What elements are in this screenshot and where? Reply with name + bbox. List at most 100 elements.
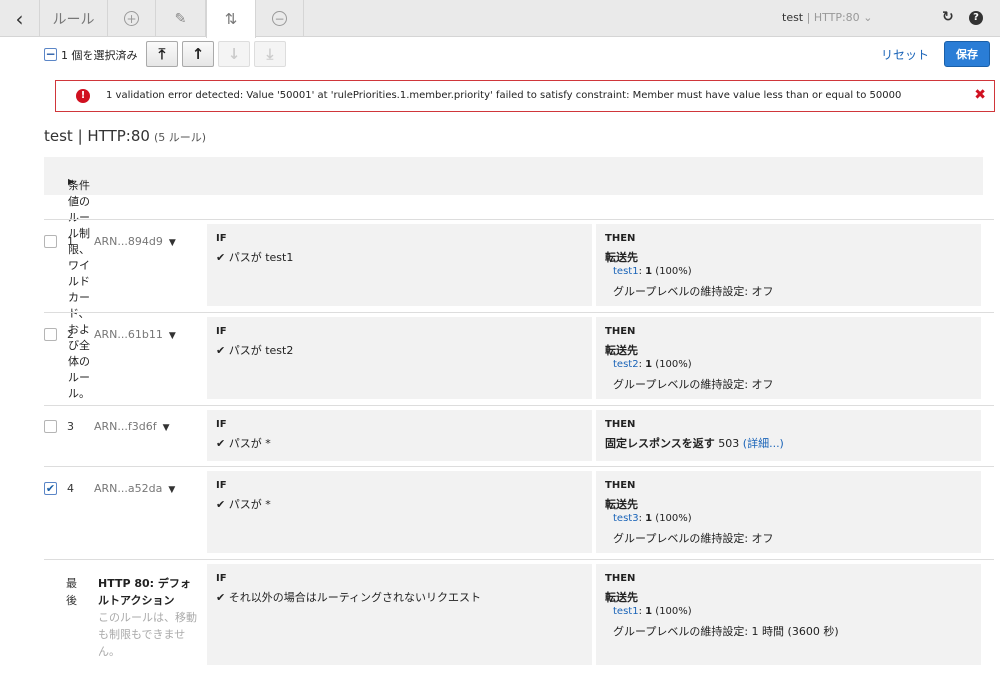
rule-arn[interactable]: ARN...61b11 ▼ [94,328,176,341]
tab-add-rule[interactable]: + [108,0,156,37]
rule-count: (5 ルール) [153,131,207,144]
rule-arn-text: ARN...f3d6f [94,420,157,433]
target-group-link[interactable]: test3 [613,513,639,524]
forward-label: 転送先 [605,344,638,357]
default-rule-name: HTTP 80: デフォルトアクション [98,577,191,607]
rule-arn[interactable]: ARN...a52da ▼ [94,482,175,495]
move-bottom-icon: ⤓ [266,45,274,63]
selected-count: 1 個を選択済み [61,49,138,62]
listener-selector[interactable]: test | HTTP:80 ⌄ [782,11,872,24]
target-weight: 1 [645,359,653,370]
response-code: 503 [718,437,740,450]
move-top-icon: ⤒ [158,45,166,63]
rule-condition: ✔ パスが * [216,496,271,512]
selection-toolbar: − 1 個を選択済み ⤒ ↑ ↓ ⤓ リセット 保存 [0,38,1000,72]
check-icon: ✔ [216,498,229,511]
move-to-top-button[interactable]: ⤒ [146,41,178,67]
fixed-response-label: 固定レスポンスを返す [605,437,715,450]
stickiness-setting: グループレベルの維持設定: オフ [613,378,774,391]
move-down-button[interactable]: ↓ [218,41,250,67]
reset-link[interactable]: リセット [881,46,929,63]
move-up-button[interactable]: ↑ [182,41,214,67]
caret-down-icon: ▼ [168,331,176,341]
target-group: test2: 1 (100%) [613,359,692,370]
rule-checkbox[interactable] [44,420,57,433]
target-group: test1: 1 (100%) [613,266,692,277]
forward-label: 転送先 [605,498,638,511]
default-rule-position: 最後 [66,577,77,607]
if-heading: IF [216,419,227,430]
check-icon: ✔ [216,251,229,264]
check-icon: ✔ [216,591,229,604]
back-button[interactable]: ‹ [0,0,40,37]
forward-label: 転送先 [605,251,638,264]
rule-checkbox[interactable] [44,328,57,341]
if-heading: IF [216,573,227,584]
conditions-info-expander[interactable]: ▶ 条件値のルール制限、ワイルドカード、および全体のルール。 [44,157,983,400]
rule-condition-text: パスが * [228,498,271,511]
then-heading: THEN [605,419,636,430]
tab-delete-rule[interactable]: − [256,0,304,37]
stickiness-setting: グループレベルの維持設定: 1 時間 (3600 秒) [613,625,839,638]
details-link[interactable]: (詳細...) [743,437,784,450]
arrow-down-icon: ↓ [227,45,241,63]
rule-condition: ✔ パスが test2 [216,342,293,358]
rule-arn-text: ARN...894d9 [94,235,163,248]
if-heading: IF [216,326,227,337]
page-title: test | HTTP:80 (5 ルール) [44,127,206,145]
if-heading: IF [216,480,227,491]
rule-condition-text: パスが test1 [228,251,294,264]
rule-arn[interactable]: ARN...f3d6f ▼ [94,420,170,433]
help-icon[interactable]: ? [969,11,983,25]
target-percent: (100%) [655,266,692,277]
refresh-icon[interactable]: ↻ [942,9,954,25]
top-tab-bar: ‹ ルール + ✎ ⇅ − test | HTTP:80 ⌄ ↻ ? [0,0,1000,38]
arrow-up-icon: ↑ [191,45,205,63]
rule-condition: ✔ パスが * [216,435,271,451]
tab-reorder-rules[interactable]: ⇅ [206,0,256,38]
target-percent: (100%) [655,513,692,524]
rule-then-panel: THEN 転送先 test3: 1 (100%) グループレベルの維持設定: オ… [596,471,981,553]
rule-arn-text: ARN...61b11 [94,328,163,341]
target-group-link[interactable]: test1 [613,606,639,617]
rule-then-panel: THEN 転送先 test1: 1 (100%) グループレベルの維持設定: 1… [596,564,981,665]
rule-checkbox[interactable]: ✔ [44,482,57,495]
then-heading: THEN [605,326,636,337]
back-icon: ‹ [15,6,24,31]
rule-priority: 4 [67,482,74,495]
rule-priority: 2 [67,328,74,341]
check-icon: ✔ [216,437,229,450]
rule-condition: ✔ それ以外の場合はルーティングされないリクエスト [216,589,481,605]
target-group-link[interactable]: test1 [613,266,639,277]
listener-separator: | [803,11,814,24]
rule-then-panel: THEN 固定レスポンスを返す 503 (詳細...) [596,410,981,461]
target-group: test3: 1 (100%) [613,513,692,524]
rule-if-panel: IF ✔ パスが * [207,471,592,553]
target-weight: 1 [645,266,653,277]
tab-rules[interactable]: ルール [40,0,108,37]
move-to-bottom-button[interactable]: ⤓ [254,41,286,67]
rule-checkbox[interactable] [44,235,57,248]
error-banner: ! 1 validation error detected: Value '50… [55,80,995,112]
if-heading: IF [216,233,227,244]
default-rule-note: このルールは、移動も制限もできません。 [98,611,197,658]
rule-arn[interactable]: ARN...894d9 ▼ [94,235,176,248]
tab-edit-rule[interactable]: ✎ [156,0,206,37]
deselect-checkbox[interactable]: − [44,48,57,61]
target-group: test1: 1 (100%) [613,606,692,617]
save-button[interactable]: 保存 [944,41,990,67]
rule-priority: 1 [67,235,74,248]
close-icon[interactable]: ✖ [974,87,986,103]
rule-if-panel: IF ✔ それ以外の場合はルーティングされないリクエスト [207,564,592,665]
rule-condition: ✔ パスが test1 [216,249,293,265]
then-heading: THEN [605,480,636,491]
rule-row: 2 ARN...61b11 ▼ IF ✔ パスが test2 THEN 転送先 t… [44,312,994,404]
target-percent: (100%) [655,606,692,617]
rule-condition-text: それ以外の場合はルーティングされないリクエスト [228,591,482,604]
caret-down-icon: ▼ [162,423,170,433]
target-group-link[interactable]: test2 [613,359,639,370]
pencil-icon: ✎ [174,10,187,27]
rule-if-panel: IF ✔ パスが test1 [207,224,592,306]
rule-priority: 3 [67,420,74,433]
plus-icon: + [124,11,139,26]
